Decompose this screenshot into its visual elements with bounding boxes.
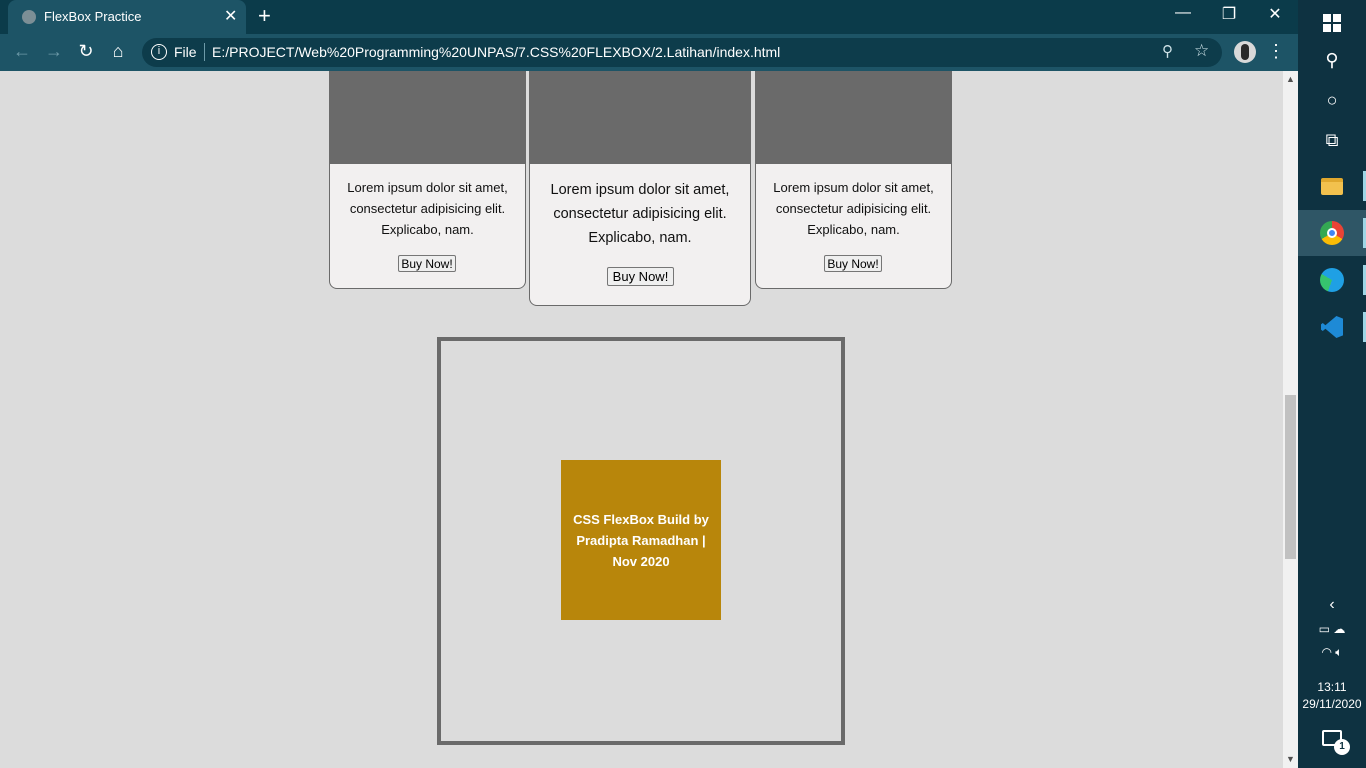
footer-container: CSS FlexBox Build by Pradipta Ramadhan |…: [437, 337, 845, 745]
home-icon[interactable]: ⌂: [107, 41, 129, 62]
address-bar[interactable]: i File E:/PROJECT/Web%20Programming%20UN…: [142, 38, 1222, 67]
title-bar: FlexBox Practice ✕ + — ❐ ✕: [0, 0, 1298, 34]
page-viewport: Lorem ipsum dolor sit amet, consectetur …: [0, 71, 1283, 768]
footer-credit-box: CSS FlexBox Build by Pradipta Ramadhan |…: [561, 460, 721, 620]
forward-arrow-icon[interactable]: →: [43, 41, 65, 62]
product-card: Lorem ipsum dolor sit amet, consectetur …: [755, 71, 952, 289]
kebab-menu-icon[interactable]: ⋮: [1266, 41, 1286, 62]
new-tab-button[interactable]: +: [258, 3, 271, 29]
tab-close-icon[interactable]: ✕: [224, 6, 237, 26]
battery-cloud-icons[interactable]: ▭ ☁: [1298, 622, 1366, 636]
info-icon[interactable]: i: [151, 44, 167, 60]
windows-taskbar: ⚲ ○ ⧉ ‹ ▭ ☁ ◠ 🔈︎ 13:11 29/11/2020 1: [1298, 0, 1366, 768]
chevron-left-icon[interactable]: ‹: [1298, 596, 1366, 614]
bookmark-star-icon[interactable]: ☆: [1194, 41, 1209, 61]
browser-toolbar: ← → ↻ ⌂ i File E:/PROJECT/Web%20Programm…: [0, 34, 1298, 71]
browser-window: FlexBox Practice ✕ + — ❐ ✕ ← → ↻ ⌂ i Fil…: [0, 0, 1298, 768]
card-image: [756, 72, 951, 164]
card-text: Lorem ipsum dolor sit amet, consectetur …: [773, 180, 934, 237]
tab-title: FlexBox Practice: [44, 9, 142, 24]
chrome-icon[interactable]: [1298, 210, 1366, 256]
zoom-icon[interactable]: ⚲: [1162, 42, 1173, 60]
scroll-up-icon[interactable]: ▲: [1286, 74, 1295, 84]
card-image: [330, 72, 525, 164]
close-window-button[interactable]: ✕: [1252, 4, 1298, 24]
divider: [204, 43, 205, 61]
profile-avatar[interactable]: [1234, 41, 1256, 63]
reload-icon[interactable]: ↻: [75, 41, 97, 62]
vertical-scrollbar[interactable]: ▲ ▼: [1283, 71, 1298, 768]
url-scheme-label: File: [174, 44, 197, 60]
restore-button[interactable]: ❐: [1206, 4, 1252, 24]
browser-tab[interactable]: FlexBox Practice ✕: [8, 0, 246, 34]
product-card: Lorem ipsum dolor sit amet, consectetur …: [329, 71, 526, 289]
buy-now-button[interactable]: Buy Now!: [607, 267, 674, 286]
buy-now-button[interactable]: Buy Now!: [398, 255, 456, 272]
globe-icon: [22, 10, 36, 24]
clock-time[interactable]: 13:11: [1298, 680, 1366, 694]
wifi-volume-icons[interactable]: ◠ 🔈︎: [1298, 645, 1366, 660]
vscode-icon[interactable]: [1298, 304, 1366, 350]
scroll-down-icon[interactable]: ▼: [1286, 754, 1295, 764]
clock-date[interactable]: 29/11/2020: [1298, 697, 1366, 711]
task-view-icon[interactable]: ⧉: [1298, 117, 1366, 163]
back-arrow-icon[interactable]: ←: [11, 41, 33, 62]
card-text: Lorem ipsum dolor sit amet, consectetur …: [347, 180, 508, 237]
edge-icon[interactable]: [1298, 257, 1366, 303]
url-text[interactable]: E:/PROJECT/Web%20Programming%20UNPAS/7.C…: [212, 44, 780, 60]
card-image: [530, 72, 750, 164]
file-explorer-icon[interactable]: [1298, 163, 1366, 209]
scrollbar-thumb[interactable]: [1285, 395, 1296, 559]
buy-now-button[interactable]: Buy Now!: [824, 255, 882, 272]
minimize-button[interactable]: —: [1160, 4, 1206, 22]
product-card-featured: Lorem ipsum dolor sit amet, consectetur …: [529, 71, 751, 306]
notification-badge: 1: [1334, 739, 1350, 755]
card-text: Lorem ipsum dolor sit amet, consectetur …: [550, 182, 730, 246]
